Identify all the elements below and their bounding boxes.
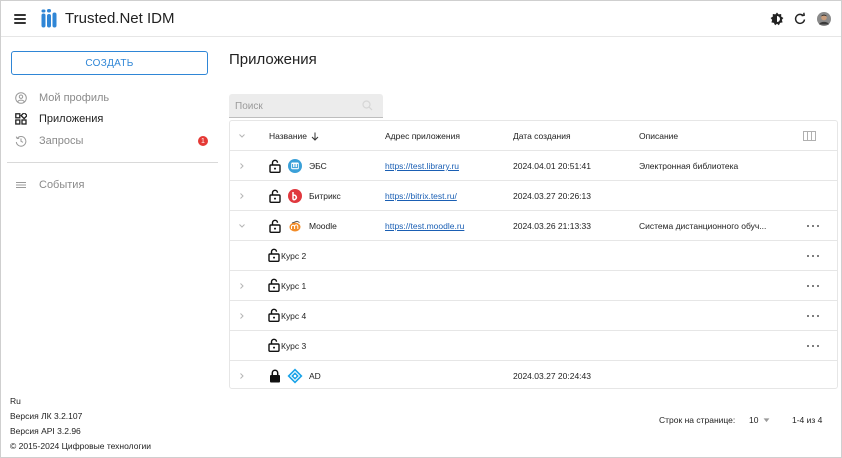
table-row-course[interactable]: Курс 4 [230, 301, 837, 331]
app-created: 2024.04.01 20:51:41 [513, 161, 591, 171]
more-actions-button[interactable] [805, 281, 821, 291]
app-window: Trusted.Net IDM СОЗДАТЬ Мой профиль Прил… [0, 0, 842, 458]
page-title: Приложения [229, 51, 317, 68]
table-row-course[interactable]: Курс 3 [230, 331, 837, 361]
trusted-net-logo [41, 9, 57, 28]
app-name: AD [309, 371, 321, 381]
table-row-course[interactable]: Курс 1 [230, 271, 837, 301]
column-header-address[interactable]: Адрес приложения [385, 121, 460, 151]
table-row-course[interactable]: Курс 2 [230, 241, 837, 271]
app-created: 2024.03.27 20:26:13 [513, 191, 591, 201]
profile-icon [15, 92, 27, 104]
sidebar-item-requests[interactable]: Запросы [15, 133, 83, 149]
sidebar-item-label: События [39, 179, 85, 191]
unlock-icon [268, 248, 280, 262]
table-row-bitrix[interactable]: Битрикс https://bitrix.test.ru/ 2024.03.… [230, 181, 837, 211]
version-api: Версия API 3.2.96 [10, 426, 81, 436]
lock-icon [270, 369, 280, 383]
create-button[interactable]: СОЗДАТЬ [11, 51, 208, 75]
version-lk: Версия ЛК 3.2.107 [10, 411, 83, 421]
app-name: Moodle [309, 221, 337, 231]
chevron-down-icon[interactable] [238, 222, 246, 230]
unlock-icon [268, 278, 280, 292]
unlock-icon [269, 219, 281, 233]
expand-all-icon[interactable] [238, 132, 246, 140]
unlock-icon [269, 189, 281, 203]
sidebar-item-events[interactable]: События [15, 177, 84, 193]
more-actions-button[interactable] [805, 221, 821, 231]
dropdown-arrow-icon [764, 417, 770, 422]
sidebar-item-profile[interactable]: Мой профиль [15, 90, 109, 106]
app-created: 2024.03.27 20:24:43 [513, 371, 591, 381]
app-created: 2024.03.26 21:13:33 [513, 221, 591, 231]
column-header-created[interactable]: Дата создания [513, 121, 571, 151]
app-title: Trusted.Net IDM [65, 10, 175, 27]
course-name: Курс 4 [281, 311, 307, 321]
search-input[interactable] [235, 98, 355, 114]
course-name: Курс 2 [281, 251, 307, 261]
sort-down-icon[interactable] [311, 132, 319, 141]
unlock-icon [268, 308, 280, 322]
more-actions-button[interactable] [805, 311, 821, 321]
rows-per-page-select[interactable]: 10 [749, 415, 770, 425]
unlock-icon [268, 338, 280, 352]
rows-per-page-label: Строк на странице: [659, 415, 736, 425]
copyright: © 2015-2024 Цифровые технологии [10, 441, 152, 451]
table-row-ad[interactable]: AD 2024.03.27 20:24:43 [230, 361, 837, 391]
bitrix-logo [288, 189, 302, 203]
sidebar-item-apps[interactable]: Приложения [15, 111, 103, 127]
sidebar-item-label: Мой профиль [39, 92, 110, 104]
chevron-right-icon[interactable] [238, 192, 246, 200]
language-switch[interactable]: Ru [10, 396, 21, 406]
list-icon [16, 182, 26, 188]
apps-icon [15, 113, 27, 125]
table-header-row: Название Адрес приложения Дата создания … [230, 121, 837, 151]
sidebar-item-label: Запросы [39, 135, 84, 147]
top-bar: Trusted.Net IDM [1, 1, 841, 37]
theme-icon[interactable] [770, 12, 784, 26]
course-name: Курс 3 [281, 341, 307, 351]
column-header-description[interactable]: Описание [639, 121, 678, 151]
sidebar: СОЗДАТЬ Мой профиль Приложения Запросы 1… [1, 37, 218, 457]
table-row-ebs[interactable]: ЭБС https://test.library.ru 2024.04.01 2… [230, 151, 837, 181]
sidebar-item-label: Приложения [39, 113, 104, 125]
ebs-logo [288, 159, 302, 173]
requests-badge: 1 [198, 136, 208, 146]
rows-per-page-value: 10 [749, 415, 759, 425]
chevron-right-icon[interactable] [238, 282, 246, 290]
chevron-right-icon[interactable] [238, 312, 246, 320]
history-icon [15, 136, 27, 147]
menu-icon[interactable] [14, 13, 26, 24]
search-icon[interactable] [362, 100, 373, 111]
ad-logo [287, 368, 303, 384]
app-address-link[interactable]: https://test.moodle.ru [385, 211, 464, 241]
user-avatar[interactable] [817, 12, 831, 26]
applications-table: Название Адрес приложения Дата создания … [229, 120, 838, 389]
column-header-name[interactable]: Название [269, 121, 319, 151]
chevron-right-icon[interactable] [238, 372, 246, 380]
app-address-link[interactable]: https://test.library.ru [385, 151, 459, 181]
app-description: Система дистанционного обуч... [639, 221, 767, 231]
app-name: Битрикс [309, 191, 341, 201]
course-name: Курс 1 [281, 281, 307, 291]
more-actions-button[interactable] [805, 341, 821, 351]
pagination-range: 1-4 из 4 [792, 415, 823, 425]
sidebar-divider [7, 162, 218, 163]
app-address-link[interactable]: https://bitrix.test.ru/ [385, 181, 457, 211]
app-name: ЭБС [309, 161, 327, 171]
columns-icon[interactable] [803, 131, 816, 141]
chevron-right-icon[interactable] [238, 162, 246, 170]
app-description: Электронная библиотека [639, 161, 739, 171]
table-row-moodle[interactable]: Moodle https://test.moodle.ru 2024.03.26… [230, 211, 837, 241]
more-actions-button[interactable] [805, 251, 821, 261]
column-header-label: Название [269, 131, 307, 141]
moodle-logo [289, 220, 301, 232]
unlock-icon [269, 159, 281, 173]
refresh-icon[interactable] [793, 12, 807, 26]
search-field[interactable] [229, 94, 383, 118]
